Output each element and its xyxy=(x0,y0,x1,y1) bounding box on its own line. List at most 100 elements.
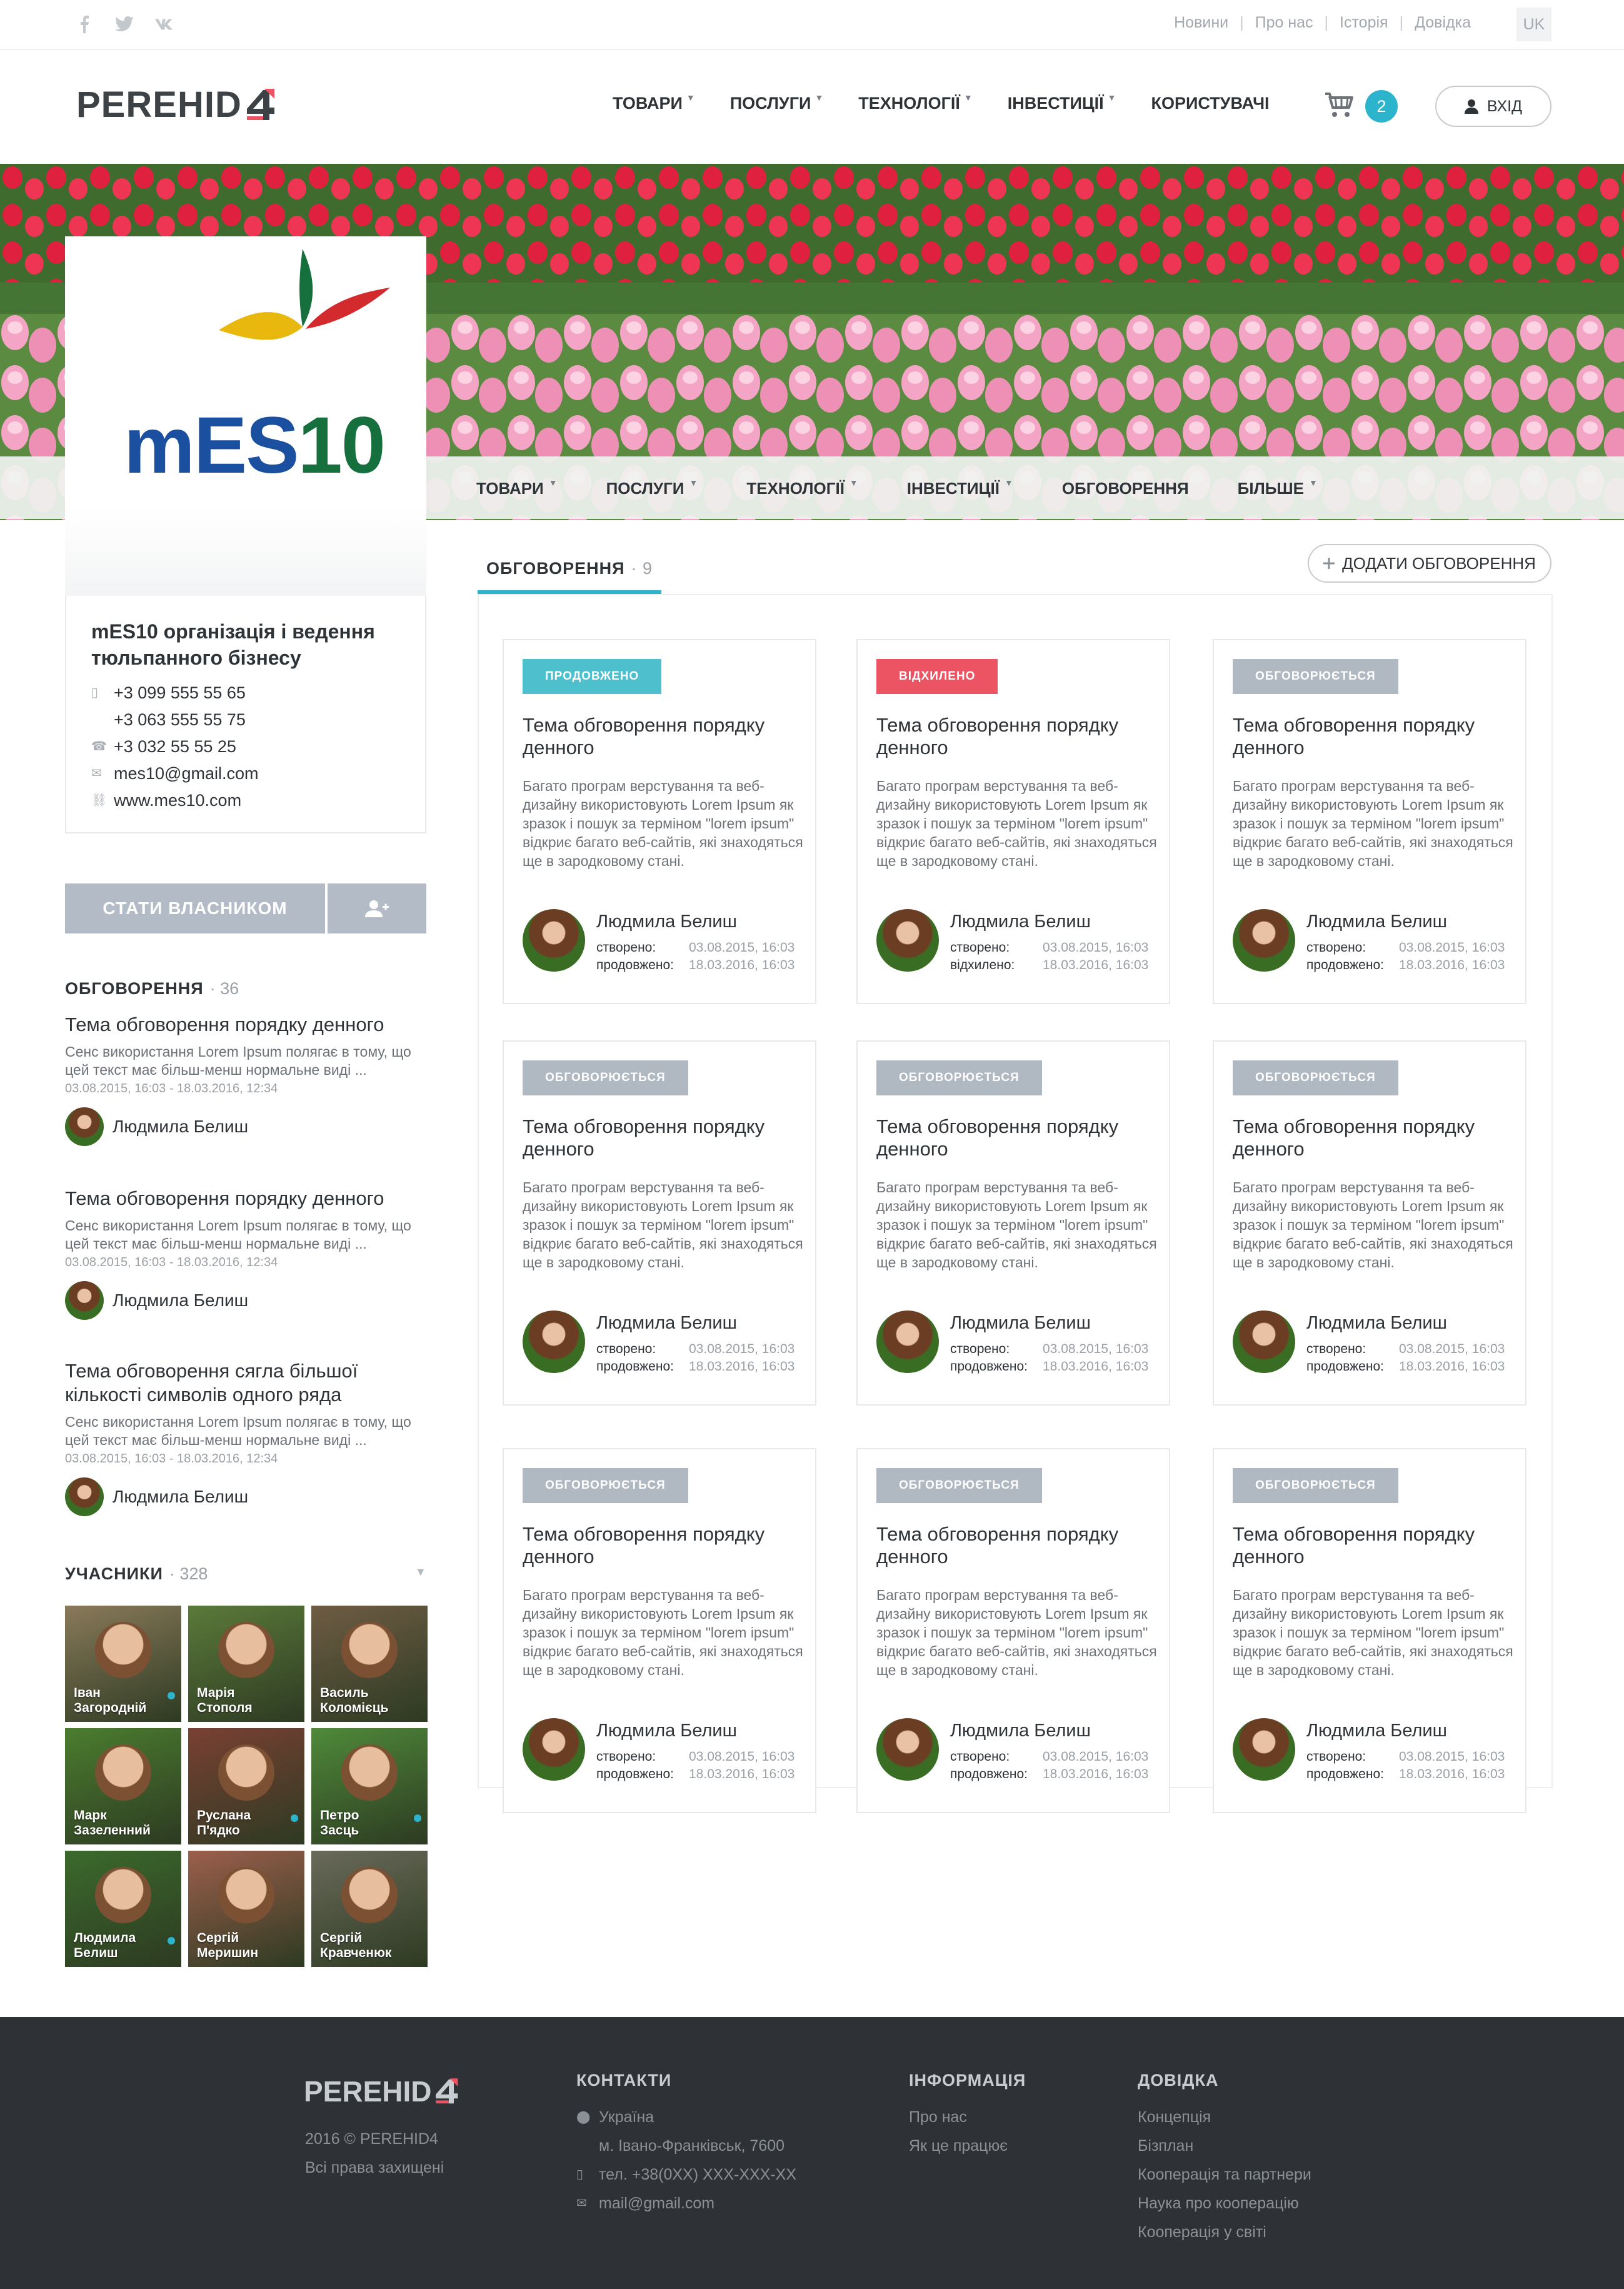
language-switch[interactable]: UK xyxy=(1516,8,1551,41)
member-tile[interactable]: Петро Засць xyxy=(311,1728,428,1844)
meta-key: відхилено: xyxy=(950,958,1015,972)
member-tile[interactable]: Василь Коломієць xyxy=(311,1606,428,1722)
chevron-down-icon[interactable]: ▼ xyxy=(415,1566,426,1579)
footer-link[interactable]: Як це працює xyxy=(909,2131,1026,2160)
discussion-title[interactable]: Тема обговорення порядку денного xyxy=(65,1013,428,1037)
discussion-card[interactable]: ПРОДОВЖЕНО Тема обговорення порядку денно… xyxy=(503,639,816,1004)
discussion-title[interactable]: Тема обговорення сягла більшої кількості… xyxy=(65,1359,415,1407)
meta-key: створено: xyxy=(1306,1342,1366,1356)
discussion-card[interactable]: ОБГОВОРЮЄТЬСЯ Тема обговорення порядку де… xyxy=(1213,639,1526,1004)
chevron-down-icon: ▼ xyxy=(548,478,558,488)
discussion-author[interactable]: Людмила Белиш xyxy=(65,1107,428,1146)
discussion-card[interactable]: ОБГОВОРЮЄТЬСЯ Тема обговорення порядку де… xyxy=(503,1448,816,1813)
nav-technologies[interactable]: ТЕХНОЛОГІЇ ▼ xyxy=(858,93,972,113)
nav-users[interactable]: КОРИСТУВАЧІ xyxy=(1151,94,1269,113)
footer-logo[interactable]: PEREHID xyxy=(304,2075,459,2108)
facebook-icon[interactable] xyxy=(74,14,95,35)
side-discussion-item[interactable]: Тема обговорення сягла більшої кількості… xyxy=(65,1359,415,1516)
card-title[interactable]: Тема обговорення порядку денного xyxy=(876,714,1158,759)
cart-count-badge[interactable]: 2 xyxy=(1365,90,1398,123)
vk-icon[interactable] xyxy=(154,14,175,35)
footer-contact-text[interactable]: mail@gmail.com xyxy=(599,2189,714,2218)
twitter-icon[interactable] xyxy=(114,14,135,35)
subnav-discussions[interactable]: ОБГОВОРЕННЯ xyxy=(1062,479,1189,498)
member-tile[interactable]: Сергій Кравченюк xyxy=(311,1851,428,1967)
side-discussion-item[interactable]: Тема обговорення порядку денного Сенс ви… xyxy=(65,1187,428,1320)
member-tile[interactable]: Марія Стополя xyxy=(188,1606,304,1722)
card-title[interactable]: Тема обговорення порядку денного xyxy=(876,1523,1158,1568)
discussion-title[interactable]: Тема обговорення порядку денного xyxy=(65,1187,428,1210)
side-discussion-item[interactable]: Тема обговорення порядку денного Сенс ви… xyxy=(65,1013,428,1146)
card-title[interactable]: Тема обговорення порядку денного xyxy=(523,714,804,759)
footer-link[interactable]: Наука про кооперацію xyxy=(1138,2189,1311,2218)
member-name: Марк Зазеленний xyxy=(74,1808,151,1838)
add-user-icon xyxy=(365,900,389,917)
member-tile[interactable]: Людмила Белиш xyxy=(65,1851,181,1967)
discussion-card[interactable]: ОБГОВОРЮЄТЬСЯ Тема обговорення порядку де… xyxy=(1213,1040,1526,1406)
footer-link[interactable]: Бізплан xyxy=(1138,2131,1311,2160)
footer-link[interactable]: Кооперація у світі xyxy=(1138,2218,1311,2246)
card-title[interactable]: Тема обговорення порядку денного xyxy=(1233,1115,1514,1160)
nav-goods[interactable]: ТОВАРИ ▼ xyxy=(613,93,695,113)
card-title[interactable]: Тема обговорення порядку денного xyxy=(1233,1523,1514,1568)
tab-discussions[interactable]: ОБГОВОРЕННЯ · 9 xyxy=(478,546,661,594)
contact-text[interactable]: +3 063 555 55 75 xyxy=(114,707,246,733)
toplink-about[interactable]: Про нас xyxy=(1255,14,1313,32)
footer-link[interactable]: Про нас xyxy=(909,2103,1026,2131)
member-tile[interactable]: Руслана П'ядко xyxy=(188,1728,304,1844)
discussion-card[interactable]: ОБГОВОРЮЄТЬСЯ Тема обговорення порядку де… xyxy=(856,1040,1170,1406)
add-discussion-button[interactable]: ДОДАТИ ОБГОВОРЕННЯ xyxy=(1308,544,1551,583)
contact-text[interactable]: mes10@gmail.com xyxy=(114,760,258,787)
nav-services[interactable]: ПОСЛУГИ ▼ xyxy=(730,93,824,113)
card-desc: Багато програм верстування та веб-дизайн… xyxy=(1233,1179,1513,1270)
member-tile[interactable]: Марк Зазеленний xyxy=(65,1728,181,1844)
card-title[interactable]: Тема обговорення порядку денного xyxy=(523,1115,804,1160)
contact-text[interactable]: +3 032 55 55 25 xyxy=(114,733,236,760)
subnav-investments[interactable]: ІНВЕСТИЦІЇ ▼ xyxy=(907,478,1013,498)
subnav-more[interactable]: БІЛЬШЕ ▼ xyxy=(1238,478,1318,498)
social-links xyxy=(74,14,175,35)
site-logo[interactable]: PEREHID xyxy=(76,84,276,126)
logo-mark-icon xyxy=(246,88,274,120)
discussion-card[interactable]: ОБГОВОРЮЄТЬСЯ Тема обговорення порядку де… xyxy=(503,1040,816,1406)
card-desc: Багато програм верстування та веб-дизайн… xyxy=(1233,778,1513,869)
footer-link[interactable]: Кооперація та партнери xyxy=(1138,2160,1311,2189)
member-tile[interactable]: Сергій Меришин xyxy=(188,1851,304,1967)
discussion-author[interactable]: Людмила Белиш xyxy=(65,1281,428,1320)
member-tile[interactable]: Іван Загородній xyxy=(65,1606,181,1722)
status-badge: ПРОДОВЖЕНО xyxy=(523,659,662,694)
card-title[interactable]: Тема обговорення порядку денного xyxy=(523,1523,804,1568)
toplink-news[interactable]: Новини xyxy=(1174,14,1228,32)
card-meta: створено: 03.08.2015, 16:03 продовжено: 18.… xyxy=(1306,939,1505,974)
card-title[interactable]: Тема обговорення порядку денного xyxy=(1233,714,1514,759)
online-indicator xyxy=(168,1937,175,1944)
become-owner-button[interactable]: СТАТИ ВЛАСНИКОМ xyxy=(65,883,325,933)
toplink-history[interactable]: Історія xyxy=(1340,14,1388,32)
cart-icon[interactable] xyxy=(1324,91,1354,119)
tab-count: · 9 xyxy=(631,558,653,578)
add-member-button[interactable] xyxy=(328,883,426,933)
card-title[interactable]: Тема обговорення порядку денного xyxy=(876,1115,1158,1160)
meta-value: 18.03.2016, 16:03 xyxy=(1043,958,1149,972)
contact-text[interactable]: +3 099 555 55 65 xyxy=(114,680,246,707)
footer-link[interactable]: Концепція xyxy=(1138,2103,1311,2131)
meta-key: продовжено: xyxy=(596,1767,674,1781)
nav-investments[interactable]: ІНВЕСТИЦІЇ ▼ xyxy=(1008,93,1116,113)
toplink-help[interactable]: Довідка xyxy=(1415,14,1471,32)
meta-value: 18.03.2016, 16:03 xyxy=(1399,1767,1505,1781)
discussion-card[interactable]: ОБГОВОРЮЄТЬСЯ Тема обговорення порядку де… xyxy=(856,1448,1170,1813)
contact-text[interactable]: www.mes10.com xyxy=(114,787,241,814)
status-badge: ОБГОВОРЮЄТЬСЯ xyxy=(523,1468,688,1503)
discussion-card[interactable]: ВІДХИЛЕНО Тема обговорення порядку денног… xyxy=(856,639,1170,1004)
footer-contact-text[interactable]: тел. +38(0XX) XXX-XXX-XX xyxy=(599,2160,796,2189)
avatar xyxy=(523,1718,585,1781)
login-button[interactable]: ВХІД xyxy=(1435,86,1551,127)
subnav-goods[interactable]: ТОВАРИ ▼ xyxy=(476,478,558,498)
subnav-technologies[interactable]: ТЕХНОЛОГІЇ ▼ xyxy=(746,478,858,498)
contact-email: ✉ mes10@gmail.com xyxy=(91,760,258,787)
avatar xyxy=(65,1477,104,1516)
copyright: 2016 © PEREHID4 Всі права захищені xyxy=(305,2125,444,2182)
discussion-card[interactable]: ОБГОВОРЮЄТЬСЯ Тема обговорення порядку де… xyxy=(1213,1448,1526,1813)
discussion-author[interactable]: Людмила Белиш xyxy=(65,1477,415,1516)
subnav-services[interactable]: ПОСЛУГИ ▼ xyxy=(606,478,698,498)
